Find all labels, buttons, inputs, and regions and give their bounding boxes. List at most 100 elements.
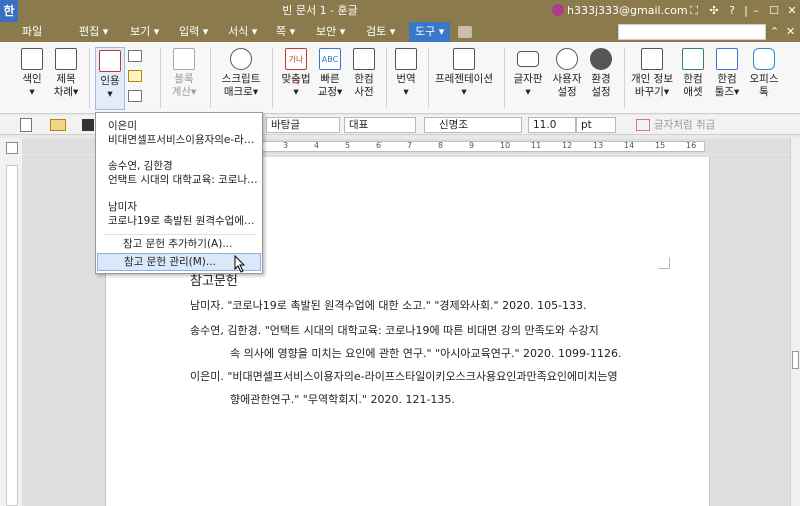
ruler-tick-label: 14 xyxy=(624,141,635,150)
menu-bar: 파일 편집 ▾ 보기 ▾ 입력 ▾ 서식 ▾ 쪽 ▾ 보안 ▾ 검토 ▾ 도구 … xyxy=(0,22,800,42)
window-title: 빈 문서 1 - 훈글 xyxy=(282,4,358,17)
style-select[interactable]: 바탕글 xyxy=(266,117,340,133)
user-icon xyxy=(556,48,578,70)
index-button[interactable]: 색인 ▾ xyxy=(14,46,50,99)
ruler-tick-label: 8 xyxy=(438,141,444,150)
footnote-icon[interactable] xyxy=(128,50,142,62)
toc-caret: 차례▾ xyxy=(53,86,79,98)
language-select[interactable]: 대표 xyxy=(344,117,416,133)
menu-page[interactable]: 쪽 ▾ xyxy=(276,22,295,42)
help-search-input[interactable] xyxy=(618,24,766,40)
reference-3-line-2: 향에관한연구." "무역학회지." 2020. 121-135. xyxy=(230,393,455,406)
user-settings-label: 사용자 xyxy=(552,73,582,85)
translate-button[interactable]: 번역 ▾ xyxy=(390,46,422,99)
memo-icon[interactable] xyxy=(128,70,142,82)
new-doc-icon[interactable] xyxy=(20,118,32,132)
reference-3-line-1: 이은미. "비대면셀프서비스이용자의e-라이프스타일이키오스크사용요인과만족요인… xyxy=(190,370,618,383)
document-close-icon[interactable]: ✕ xyxy=(786,22,795,42)
ribbon-separator xyxy=(89,48,90,108)
script-macro-button[interactable]: 스크립트 매크로▾ xyxy=(218,46,264,99)
menu-format[interactable]: 서식 ▾ xyxy=(228,22,257,42)
account-label[interactable]: h333j333@gmail.com xyxy=(552,3,688,19)
spellcheck-button[interactable]: 가나다맞춤법▾ xyxy=(278,46,314,99)
robot-icon xyxy=(753,48,775,70)
office-talk-button[interactable]: 오피스 톡 xyxy=(746,46,782,99)
user-settings-button[interactable]: 사용자 설정 xyxy=(550,46,584,99)
asset-label: 한컴 xyxy=(683,73,703,85)
ribbon-collapse-icon[interactable]: ⌃ xyxy=(770,22,779,42)
ruler-tick-label: 9 xyxy=(469,141,475,150)
menu-security[interactable]: 보안 ▾ xyxy=(316,22,345,42)
scroll-thumb[interactable] xyxy=(792,351,799,369)
ruler-tick-label: 11 xyxy=(531,141,542,150)
tools-button[interactable]: 한컴 툴즈▾ xyxy=(710,46,744,99)
script-caret: 매크로▾ xyxy=(223,86,259,98)
script-label: 스크립트 xyxy=(221,73,261,85)
quick-correct-label: 빠른 xyxy=(320,73,340,85)
ruler-tick-label: 5 xyxy=(345,141,351,150)
citation-title-1[interactable]: 비대면셀프서비스이용자의e-라… xyxy=(97,133,261,147)
block-calc-button[interactable]: 블록 계산▾ xyxy=(165,46,203,99)
toc-label: 제목 xyxy=(56,73,76,85)
citation-icon xyxy=(99,50,121,72)
menu-edit[interactable]: 편집 ▾ xyxy=(79,22,108,42)
close-button[interactable]: ✕ xyxy=(782,0,800,22)
dictionary-button[interactable]: 한컴 사전 xyxy=(348,46,380,99)
privacy-button[interactable]: 개인 정보 바꾸기▾ xyxy=(628,46,676,99)
menu-tools[interactable]: 도구 ▾ xyxy=(409,22,451,42)
maximize-button[interactable]: ☐ xyxy=(764,0,784,22)
preferences-button[interactable]: 환경 설정 xyxy=(586,46,616,99)
ruler-tick-label: 3 xyxy=(283,141,289,150)
block-calc-label: 블록 xyxy=(174,73,194,85)
treat-as-char-label[interactable]: 글자처럼 취급 xyxy=(654,117,715,133)
presentation-caret: ▾ xyxy=(461,86,467,98)
preferences-label: 환경 xyxy=(591,73,611,85)
menu-review[interactable]: 검토 ▾ xyxy=(366,22,395,42)
chat-icon[interactable] xyxy=(458,26,472,38)
dictionary-label: 한컴 xyxy=(354,73,374,85)
ribbon-separator xyxy=(504,48,505,108)
ruler-ticks: 3 4 5 6 7 8 9 10 11 12 13 14 15 16 xyxy=(283,141,713,153)
mouse-cursor-icon xyxy=(234,255,246,273)
citation-button[interactable]: 인용 ▾ xyxy=(95,47,125,110)
quick-correct-button[interactable]: ABC 빠른 교정▾ xyxy=(314,46,346,99)
quick-correct-caret: 교정▾ xyxy=(317,86,343,98)
account-avatar-icon xyxy=(552,4,564,16)
font-size-input[interactable]: 11.0 xyxy=(528,117,576,133)
char-border-icon[interactable] xyxy=(636,119,650,131)
account-email: h333j333@gmail.com xyxy=(567,4,688,17)
size-unit-select[interactable]: pt xyxy=(576,117,616,133)
citation-title-3[interactable]: 코로나19로 촉발된 원격수업에… xyxy=(97,214,261,228)
menu-insert[interactable]: 입력 ▾ xyxy=(179,22,208,42)
asset-icon xyxy=(682,48,704,70)
citation-dropdown: 이은미 비대면셀프서비스이용자의e-라… 송수연, 김한경 언택트 시대의 대학… xyxy=(95,112,263,274)
presentation-button[interactable]: 프레젠테이션 ▾ xyxy=(432,46,496,99)
citation-author-3[interactable]: 남미자 xyxy=(97,200,261,214)
ribbon-separator xyxy=(160,48,161,108)
reference-2-line-2: 속 의사에 영향을 미치는 요인에 관한 연구." "아시아교육연구." 202… xyxy=(230,347,622,360)
open-folder-icon[interactable] xyxy=(50,119,66,131)
user-settings-label-2: 설정 xyxy=(557,86,577,98)
privacy-icon xyxy=(641,48,663,70)
add-reference-item[interactable]: 참고 문헌 추가하기(A)... xyxy=(97,235,261,253)
minimize-button[interactable]: – xyxy=(746,0,766,22)
vertical-ruler[interactable] xyxy=(6,165,18,506)
fullscreen-icon[interactable]: ⛶ xyxy=(684,0,704,22)
menu-file[interactable]: 파일 xyxy=(22,22,42,42)
keyboard-button[interactable]: 글자판 ▾ xyxy=(510,46,546,99)
citation-title-2[interactable]: 언택트 시대의 대학교육: 코로나… xyxy=(97,173,261,187)
save-icon[interactable] xyxy=(82,119,94,131)
ruler-mode-icon[interactable] xyxy=(6,142,18,154)
asset-button[interactable]: 한컴 애셋 xyxy=(678,46,708,99)
citation-author-2[interactable]: 송수연, 김한경 xyxy=(97,159,261,173)
toc-button[interactable]: 제목 차례▾ xyxy=(48,46,84,99)
citation-author-1[interactable]: 이은미 xyxy=(97,119,261,133)
menu-view[interactable]: 보기 ▾ xyxy=(130,22,159,42)
move-icon[interactable]: ✣ xyxy=(704,0,724,22)
ribbon-separator xyxy=(386,48,387,108)
font-select[interactable]: 신명조 xyxy=(424,117,522,133)
citation-caret: ▾ xyxy=(107,88,113,100)
bookmark-icon[interactable] xyxy=(128,90,142,102)
vertical-scrollbar[interactable] xyxy=(790,138,800,506)
keyboard-caret: ▾ xyxy=(525,86,531,98)
